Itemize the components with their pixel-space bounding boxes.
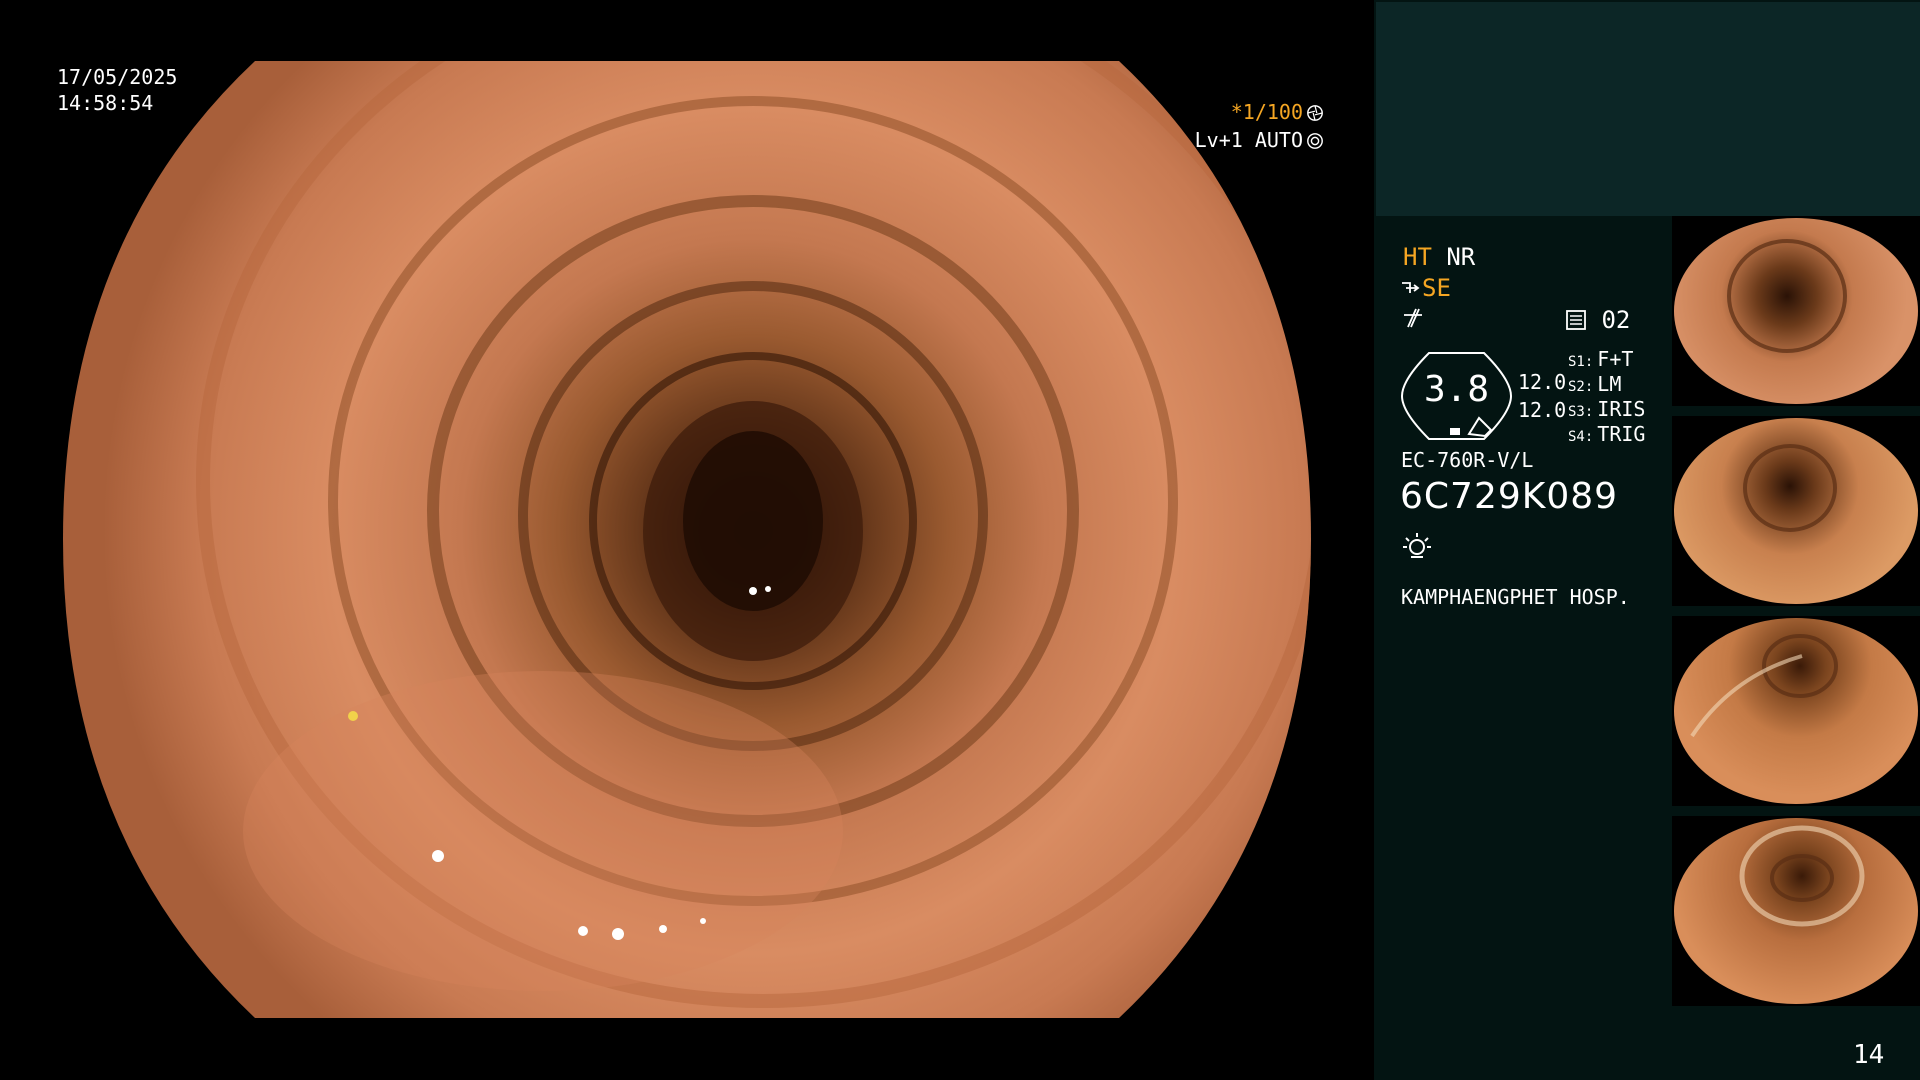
mode-se: SE [1400,273,1451,303]
thumbnail-1[interactable] [1672,216,1920,406]
serial-number: 6C729K089 [1400,476,1619,517]
thumbnail-4[interactable] [1672,816,1920,1006]
se-mode: SE [1422,274,1451,302]
thumbnail-image [1674,418,1918,604]
switch-s4: S4: TRIG [1568,422,1645,450]
switch-tag: S4: [1568,429,1594,445]
nr-mode: NR [1446,243,1476,271]
level-mode: Lv+1 AUTO [1194,128,1303,152]
date-text: 17/05/2025 [57,65,178,89]
shutter-speed: *1/100 [1230,100,1303,124]
endoscopic-view [63,61,1311,1018]
scope-value: 3.8 [1423,369,1490,410]
switch-label: TRIG [1597,422,1646,446]
switch-tag: S1: [1568,354,1594,370]
memory-card-icon [1566,310,1586,330]
info-panel-header [1376,2,1920,216]
switch-s3: S3: IRIS [1568,397,1645,425]
switch-s2: S2: LM [1568,372,1621,400]
channel-a: 12.0 [1518,370,1567,394]
ht-mode: HT [1403,243,1432,271]
time-text: 14:58:54 [57,91,154,115]
switch-tag: S2: [1568,379,1594,395]
switch-label: LM [1597,372,1622,396]
memory-indicator: 02 [1565,305,1630,335]
scope-model: EC-760R-V/L [1401,448,1534,472]
channel-b: 12.0 [1518,398,1567,422]
thumbnail-image [1674,618,1918,804]
endoscopic-image [63,61,1311,1018]
exposure-readout: *1/100 Lv+1 AUTO [1150,98,1324,154]
page-number: 14 [1853,1040,1885,1070]
switch-s1: S1: F+T [1568,347,1633,375]
memory-count: 02 [1601,306,1631,334]
auto-exposure-icon [1307,133,1323,149]
thumbnail-image [1674,818,1918,1004]
datetime-readout: 17/05/2025 14:58:54 [57,64,177,116]
hospital-name: KAMPHAENGPHET HOSP. [1401,585,1630,609]
thumbnail-2[interactable] [1672,416,1920,606]
structure-enhance-icon [1402,282,1420,293]
aperture-icon [1307,105,1323,121]
mode-ht-nr: HT NR [1403,242,1475,272]
switch-label: F+T [1597,347,1634,371]
freeze-icon [1404,308,1422,328]
switch-tag: S3: [1568,404,1594,420]
thumbnail-image [1674,218,1918,404]
light-source-icon [1403,533,1431,558]
thumbnail-3[interactable] [1672,616,1920,806]
switch-label: IRIS [1597,397,1646,421]
